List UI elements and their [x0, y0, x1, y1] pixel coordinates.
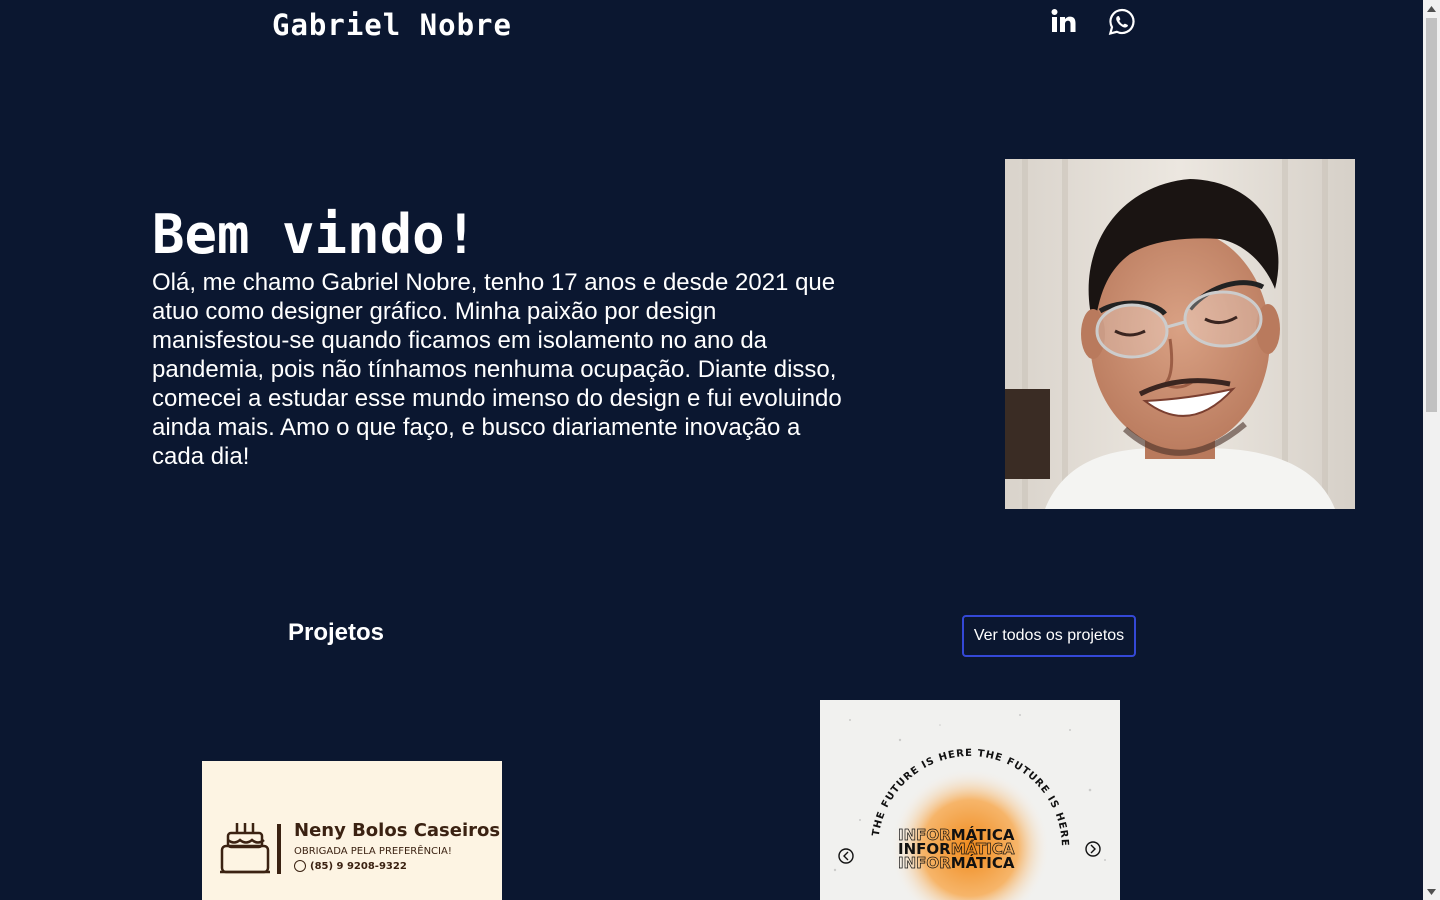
neny-subtitle: OBRIGADA PELA PREFERÊNCIA! — [294, 846, 452, 857]
social-links — [1048, 6, 1138, 38]
scroll-down-icon[interactable] — [1423, 883, 1440, 900]
view-all-projects-button[interactable]: Ver todos os projetos — [962, 615, 1136, 657]
cake-icon — [220, 823, 270, 874]
page-scrollbar[interactable] — [1423, 0, 1440, 900]
linkedin-icon[interactable] — [1048, 6, 1080, 38]
site-brand[interactable]: Gabriel Nobre — [272, 8, 512, 42]
profile-photo — [1005, 159, 1355, 509]
neny-title: Neny Bolos Caseiros — [294, 820, 501, 841]
hero-title: Bem vindo! — [152, 203, 478, 266]
svg-text:INFORMÁTICA: INFORMÁTICA — [898, 853, 1015, 872]
hero-description: Olá, me chamo Gabriel Nobre, tenho 17 an… — [152, 269, 842, 470]
project-card-informatica[interactable]: THE FUTURE IS HERE THE FUTURE IS HERE IN… — [820, 700, 1120, 900]
project-card-neny[interactable]: Neny Bolos Caseiros OBRIGADA PELA PREFER… — [202, 761, 502, 900]
projects-title: Projetos — [288, 619, 385, 646]
whatsapp-small-icon — [294, 860, 306, 872]
scroll-up-icon[interactable] — [1423, 0, 1440, 17]
neny-phone: (85) 9 9208-9322 — [310, 860, 407, 872]
whatsapp-icon[interactable] — [1106, 6, 1138, 38]
scroll-thumb[interactable] — [1426, 18, 1437, 412]
